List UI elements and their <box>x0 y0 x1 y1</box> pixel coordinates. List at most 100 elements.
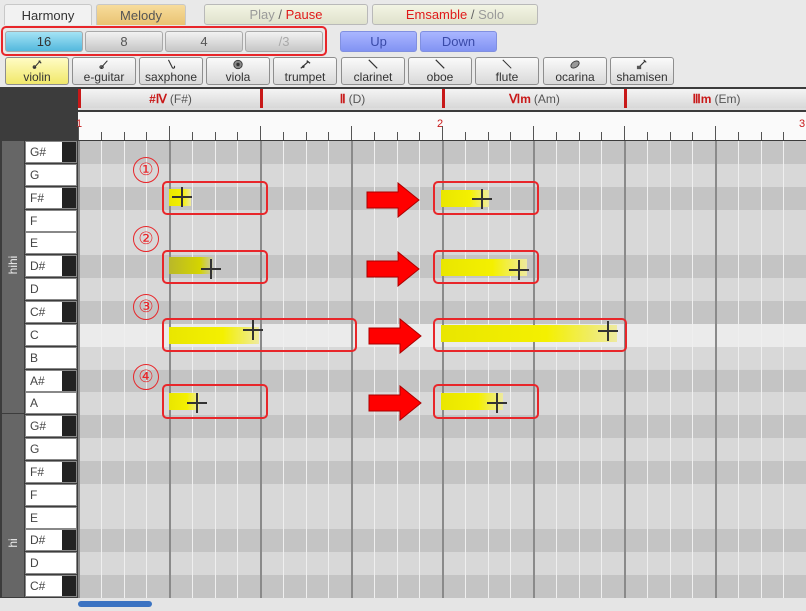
chord-cell[interactable]: Ⅵm (Am) <box>442 89 624 108</box>
step-3-label: ③ <box>133 294 159 320</box>
instrument-shamisen[interactable]: shamisen <box>610 57 674 85</box>
octave-down-button[interactable]: Down <box>420 31 497 52</box>
piano-key[interactable]: D# <box>25 255 77 278</box>
piano-key[interactable]: D <box>25 278 77 301</box>
play-pause-button[interactable]: Play / Pause <box>204 4 368 25</box>
timeline-ruler[interactable]: 1 2 3 <box>76 112 806 140</box>
after-box-4 <box>433 384 539 419</box>
ruler-tick <box>214 132 216 140</box>
tab-harmony[interactable]: Harmony <box>4 4 92 25</box>
instrument-violin[interactable]: violin <box>5 57 69 85</box>
after-box-2 <box>433 250 539 284</box>
piano-key[interactable]: E <box>25 506 77 529</box>
right-arrow-icon <box>368 318 422 354</box>
piano-key[interactable]: F <box>25 483 77 506</box>
before-box-4 <box>162 384 268 419</box>
instrument-viola[interactable]: viola <box>206 57 270 85</box>
flute-icon <box>502 59 512 69</box>
ruler-tick <box>373 132 375 140</box>
instrument-e-guitar[interactable]: e-guitar <box>72 57 136 85</box>
scrollbar-thumb[interactable] <box>78 601 152 607</box>
grid-line <box>282 141 284 598</box>
right-arrow-icon <box>366 182 420 218</box>
piano-key-label: A# <box>30 373 45 388</box>
piano-key[interactable]: G# <box>25 415 77 438</box>
piano-key-label: D# <box>30 259 46 274</box>
grid-line <box>669 141 671 598</box>
violin-icon <box>32 60 42 69</box>
before-box-3 <box>162 318 357 352</box>
ruler-tick <box>328 132 330 140</box>
before-box-1 <box>162 181 268 215</box>
chord-cell[interactable]: Ⅲm (Em) <box>624 89 806 108</box>
octave-label-hi: hi <box>6 538 20 548</box>
grid-line <box>692 141 694 598</box>
ruler-tick <box>601 132 603 140</box>
grid-line <box>351 141 353 598</box>
piano-key-label: E <box>30 236 39 251</box>
ocarina-icon <box>570 60 580 69</box>
piano-key[interactable]: D# <box>25 529 77 552</box>
ruler-tick <box>533 126 534 140</box>
ruler-tick <box>464 132 466 140</box>
viola-icon <box>233 59 243 70</box>
piano-key-label: G# <box>30 419 47 434</box>
grid-line <box>601 141 603 598</box>
instrument-clarinet[interactable]: clarinet <box>341 57 405 85</box>
grid-line <box>715 141 717 598</box>
chord-cell[interactable]: Ⅱ (D) <box>260 89 442 108</box>
piano-key-label: C# <box>30 304 46 319</box>
ruler-tick <box>78 126 79 140</box>
ruler-tick <box>351 126 352 140</box>
step-4-label: ④ <box>133 364 159 390</box>
ensemble-solo-button[interactable]: Emsamble / Solo <box>372 4 538 25</box>
ruler-tick <box>715 126 716 140</box>
ruler-tick <box>442 126 443 140</box>
step-2-label: ② <box>133 226 159 252</box>
after-box-3 <box>433 318 627 352</box>
instrument-trumpet[interactable]: trumpet <box>273 57 337 85</box>
chord-cell[interactable]: #Ⅳ (F#) <box>78 89 260 108</box>
ruler-tick <box>419 132 421 140</box>
piano-key-label: D <box>30 556 39 571</box>
piano-key[interactable]: C# <box>25 300 77 323</box>
piano-key[interactable]: D <box>25 552 77 575</box>
piano-key-label: G <box>30 167 40 182</box>
after-box-1 <box>433 181 539 215</box>
piano-key[interactable]: G <box>25 438 77 461</box>
instrument-oboe[interactable]: oboe <box>408 57 472 85</box>
piano-key-label: F# <box>30 190 45 205</box>
right-arrow-icon <box>366 251 420 287</box>
piano-key-label: C <box>30 327 39 342</box>
piano-key[interactable]: F# <box>25 186 77 209</box>
instrument-ocarina[interactable]: ocarina <box>543 57 607 85</box>
tab-melody[interactable]: Melody <box>96 4 186 25</box>
piano-key[interactable]: A# <box>25 369 77 392</box>
piano-key[interactable]: G# <box>25 141 77 163</box>
piano-key[interactable]: B <box>25 346 77 369</box>
before-box-2 <box>162 250 268 284</box>
piano-key[interactable]: C# <box>25 575 77 598</box>
right-arrow-icon <box>368 385 422 421</box>
octave-label-hihi: hihi <box>6 255 20 275</box>
grid-line <box>328 141 330 598</box>
ruler-tick <box>783 132 785 140</box>
ruler-tick <box>305 132 307 140</box>
piano-key[interactable]: F <box>25 209 77 232</box>
trumpet-icon <box>300 60 311 69</box>
piano-key-label: G# <box>30 145 47 159</box>
octave-up-button[interactable]: Up <box>340 31 417 52</box>
piano-key[interactable]: C <box>25 323 77 346</box>
piano-key[interactable]: A <box>25 392 77 415</box>
piano-key[interactable]: G <box>25 163 77 186</box>
ruler-tick <box>260 126 261 140</box>
ruler-tick <box>396 132 398 140</box>
oboe-icon <box>435 59 445 69</box>
piano-key[interactable]: F# <box>25 460 77 483</box>
piano-key[interactable]: E <box>25 232 77 255</box>
instrument-saxphone[interactable]: saxphone <box>139 57 203 85</box>
ruler-tick <box>487 132 489 140</box>
measure-1-label: 1 <box>76 118 83 130</box>
instrument-flute[interactable]: flute <box>475 57 539 85</box>
ruler-tick <box>760 132 762 140</box>
